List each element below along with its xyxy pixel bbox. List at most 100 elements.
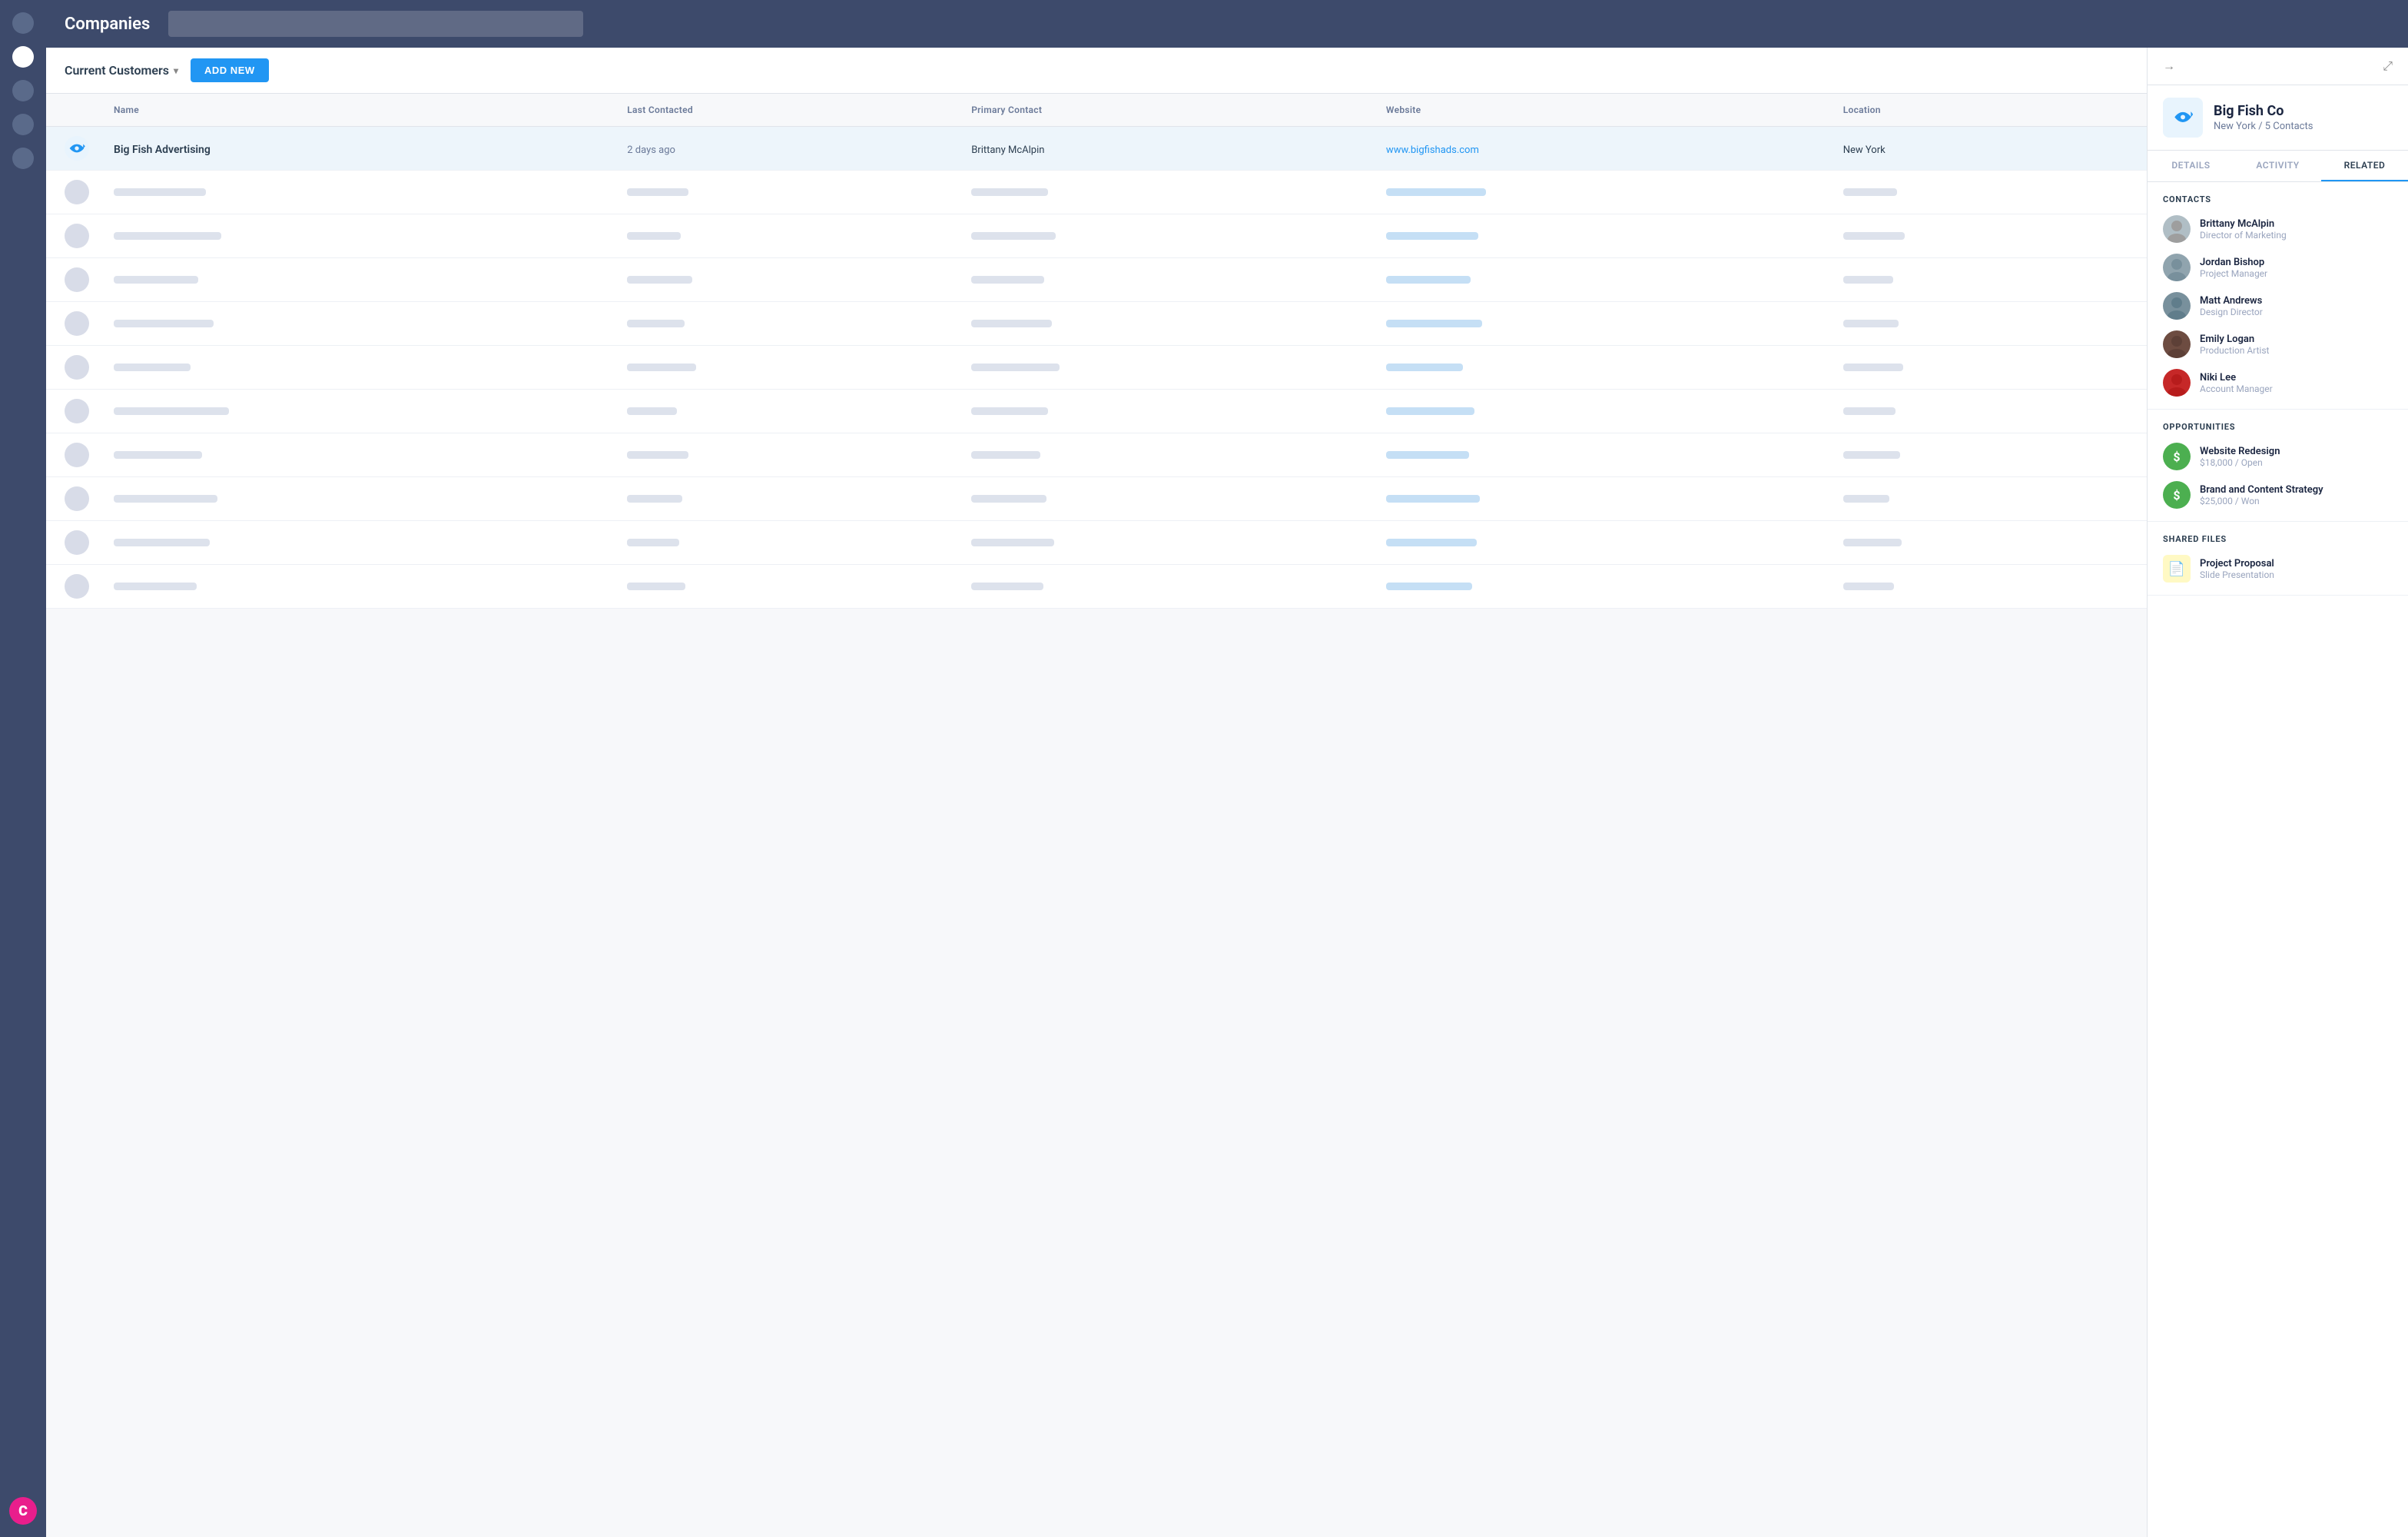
placeholder-bar — [627, 364, 696, 371]
placeholder-avatar — [65, 574, 89, 599]
file-item-proposal[interactable]: 📄 Project Proposal Slide Presentation — [2163, 555, 2393, 583]
col-primary-contact[interactable]: Primary Contact — [959, 94, 1374, 127]
fish-icon — [65, 136, 89, 161]
company-info: Big Fish Co New York / 5 Contacts — [2148, 85, 2408, 151]
filter-dropdown[interactable]: Current Customers ▾ — [65, 63, 178, 78]
placeholder-avatar — [65, 530, 89, 555]
placeholder-bar — [971, 232, 1056, 240]
contact-info-niki: Niki Lee Account Manager — [2200, 372, 2273, 394]
tab-related[interactable]: RELATED — [2321, 151, 2408, 181]
company-logo-icon — [65, 136, 89, 161]
row-last-contacted-cell: 2 days ago — [615, 127, 959, 171]
shared-files-section: SHARED FILES 📄 Project Proposal Slide Pr… — [2148, 522, 2408, 596]
placeholder-bar — [1843, 539, 1902, 546]
placeholder-bar — [114, 495, 217, 503]
table-row[interactable] — [46, 171, 2147, 214]
sidebar-item-5[interactable] — [12, 148, 34, 169]
file-name: Project Proposal — [2200, 558, 2274, 569]
sidebar-item-2[interactable] — [12, 46, 34, 68]
row-primary-contact-cell: Brittany McAlpin — [959, 127, 1374, 171]
chevron-down-icon: ▾ — [174, 65, 178, 76]
expand-icon[interactable]: ⤢ — [2383, 58, 2393, 74]
contact-role: Design Director — [2200, 307, 2263, 317]
right-panel: → ⤢ Big Fish Co New York / 5 Contacts DE… — [2147, 48, 2408, 1537]
sidebar-item-4[interactable] — [12, 114, 34, 135]
placeholder-bar — [1386, 451, 1469, 459]
content-area: Current Customers ▾ ADD NEW Name Last Co… — [46, 48, 2408, 1537]
table-row[interactable] — [46, 214, 2147, 258]
placeholder-bar — [971, 583, 1043, 590]
placeholder-bar — [1386, 583, 1472, 590]
website-link[interactable]: www.bigfishads.com — [1386, 144, 1479, 156]
table-row[interactable] — [46, 521, 2147, 565]
sidebar-item-1[interactable] — [12, 12, 34, 34]
company-fish-icon — [2168, 103, 2197, 132]
table-row[interactable] — [46, 346, 2147, 390]
table-row[interactable] — [46, 390, 2147, 433]
table-row-big-fish[interactable]: Big Fish Advertising 2 days ago Brittany… — [46, 127, 2147, 171]
placeholder-avatar — [65, 224, 89, 248]
col-last-contacted[interactable]: Last Contacted — [615, 94, 959, 127]
placeholder-bar — [971, 451, 1040, 459]
table-row[interactable] — [46, 258, 2147, 302]
sidebar-logo[interactable]: C — [9, 1497, 37, 1525]
contact-item-niki[interactable]: Niki Lee Account Manager — [2163, 369, 2393, 397]
table-row[interactable] — [46, 433, 2147, 477]
contact-name: Niki Lee — [2200, 372, 2273, 383]
row-website-cell[interactable]: www.bigfishads.com — [1374, 127, 1831, 171]
sidebar-item-3[interactable] — [12, 80, 34, 101]
main-wrapper: Companies Current Customers ▾ ADD NEW — [46, 0, 2408, 1537]
col-name[interactable]: Name — [101, 94, 615, 127]
placeholder-bar — [1843, 583, 1894, 590]
table-row[interactable] — [46, 565, 2147, 609]
placeholder-avatar — [65, 399, 89, 423]
placeholder-bar — [1843, 276, 1893, 284]
tab-details[interactable]: DETAILS — [2148, 151, 2234, 181]
table-row[interactable] — [46, 302, 2147, 346]
contact-avatar-matt — [2163, 292, 2191, 320]
file-type: Slide Presentation — [2200, 569, 2274, 580]
last-contacted-value: 2 days ago — [627, 144, 675, 156]
panel-tabs: DETAILS ACTIVITY RELATED — [2148, 151, 2408, 182]
placeholder-bar — [114, 232, 221, 240]
filter-label: Current Customers — [65, 63, 169, 78]
placeholder-avatar — [65, 443, 89, 467]
add-new-button[interactable]: ADD NEW — [191, 58, 269, 82]
placeholder-bar — [1843, 407, 1896, 415]
file-info-proposal: Project Proposal Slide Presentation — [2200, 558, 2274, 580]
table-row[interactable] — [46, 477, 2147, 521]
placeholder-bar — [627, 232, 681, 240]
col-website[interactable]: Website — [1374, 94, 1831, 127]
placeholder-bar — [971, 364, 1060, 371]
placeholder-bar — [1386, 232, 1478, 240]
toolbar: Current Customers ▾ ADD NEW — [46, 48, 2147, 94]
placeholder-bar — [114, 364, 191, 371]
opportunity-name: Website Redesign — [2200, 446, 2280, 457]
opportunity-item-website[interactable]: $ Website Redesign $18,000 / Open — [2163, 443, 2393, 470]
contact-info-jordan: Jordan Bishop Project Manager — [2200, 257, 2267, 279]
collapse-icon[interactable]: → — [2163, 58, 2175, 74]
tab-activity[interactable]: ACTIVITY — [2234, 151, 2321, 181]
contact-item-emily[interactable]: Emily Logan Production Artist — [2163, 330, 2393, 358]
opportunity-info-brand: Brand and Content Strategy $25,000 / Won — [2200, 484, 2323, 506]
placeholder-bar — [971, 276, 1044, 284]
search-bar[interactable] — [168, 11, 583, 37]
company-name: Big Fish Advertising — [114, 144, 211, 156]
placeholder-bar — [971, 407, 1048, 415]
col-location[interactable]: Location — [1831, 94, 2147, 127]
placeholder-bar — [627, 451, 688, 459]
opportunity-icon-website: $ — [2163, 443, 2191, 470]
opportunity-item-brand[interactable]: $ Brand and Content Strategy $25,000 / W… — [2163, 481, 2393, 509]
contact-item-jordan[interactable]: Jordan Bishop Project Manager — [2163, 254, 2393, 281]
companies-table: Name Last Contacted Primary Contact Webs… — [46, 94, 2147, 609]
contact-item-brittany[interactable]: Brittany McAlpin Director of Marketing — [2163, 215, 2393, 243]
company-name-panel: Big Fish Co — [2214, 103, 2313, 119]
contact-item-matt[interactable]: Matt Andrews Design Director — [2163, 292, 2393, 320]
placeholder-bar — [1843, 188, 1897, 196]
company-logo — [2163, 98, 2203, 138]
contact-info-emily: Emily Logan Production Artist — [2200, 334, 2269, 356]
top-header: Companies — [46, 0, 2408, 48]
placeholder-bar — [114, 188, 206, 196]
opportunities-section-title: OPPORTUNITIES — [2163, 422, 2393, 432]
opportunity-icon-brand: $ — [2163, 481, 2191, 509]
